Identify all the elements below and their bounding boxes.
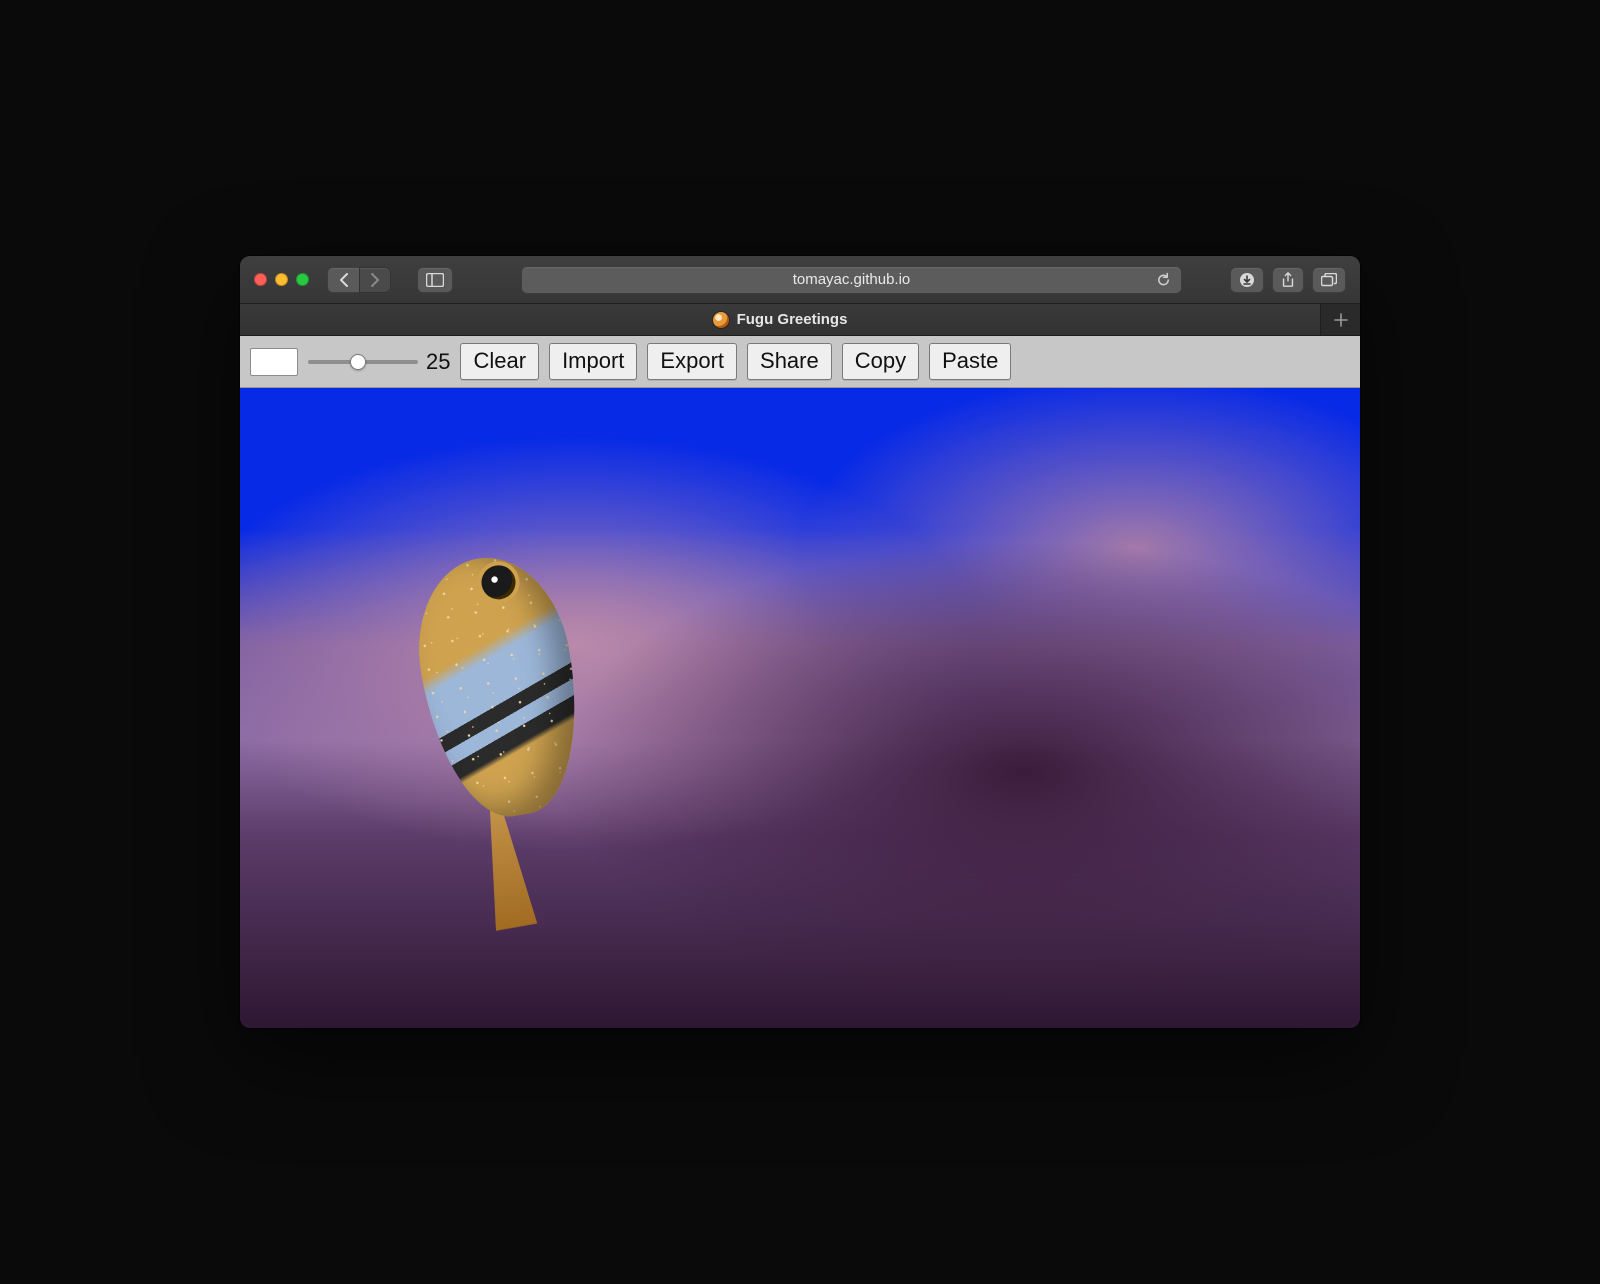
app-toolbar: 25 Clear Import Export Share Copy Paste	[240, 336, 1360, 388]
reload-button[interactable]	[1156, 272, 1171, 287]
titlebar: tomayac.github.io	[240, 256, 1360, 304]
share-icon	[1281, 272, 1295, 288]
copy-button[interactable]: Copy	[842, 343, 919, 379]
export-button[interactable]: Export	[647, 343, 737, 379]
minimize-window-button[interactable]	[275, 273, 288, 286]
drawing-canvas[interactable]	[240, 388, 1360, 1028]
zoom-window-button[interactable]	[296, 273, 309, 286]
sidebar-toggle-button[interactable]	[417, 267, 453, 293]
sidebar-icon	[426, 273, 444, 287]
clear-button[interactable]: Clear	[460, 343, 539, 379]
fugu-fish-image	[360, 523, 629, 914]
address-bar[interactable]: tomayac.github.io	[521, 266, 1182, 294]
nav-back-forward	[327, 267, 391, 293]
chevron-left-icon	[338, 273, 350, 287]
tab-title: Fugu Greetings	[737, 311, 848, 328]
brush-size-slider[interactable]	[308, 360, 418, 364]
download-icon	[1239, 272, 1255, 288]
close-window-button[interactable]	[254, 273, 267, 286]
brush-size-value: 25	[426, 349, 450, 375]
paste-button[interactable]: Paste	[929, 343, 1011, 379]
tab-strip: Fugu Greetings	[240, 304, 1360, 336]
downloads-button[interactable]	[1230, 267, 1264, 293]
chevron-right-icon	[369, 273, 381, 287]
new-tab-button[interactable]	[1320, 304, 1360, 335]
brush-size-control: 25	[308, 349, 450, 375]
color-swatch[interactable]	[250, 348, 298, 376]
tabs-icon	[1321, 273, 1337, 287]
share-app-button[interactable]: Share	[747, 343, 832, 379]
nav-back-button[interactable]	[327, 267, 359, 293]
import-button[interactable]: Import	[549, 343, 637, 379]
fugu-favicon-icon	[713, 312, 729, 328]
nav-forward-button[interactable]	[359, 267, 391, 293]
tab-active[interactable]: Fugu Greetings	[240, 304, 1320, 335]
reload-icon	[1156, 272, 1171, 287]
window-controls	[254, 273, 309, 286]
address-bar-text: tomayac.github.io	[793, 271, 911, 288]
tabs-overview-button[interactable]	[1312, 267, 1346, 293]
slider-thumb[interactable]	[350, 354, 366, 370]
plus-icon	[1334, 313, 1348, 327]
share-button[interactable]	[1272, 267, 1304, 293]
browser-window: tomayac.github.io	[240, 256, 1360, 1028]
